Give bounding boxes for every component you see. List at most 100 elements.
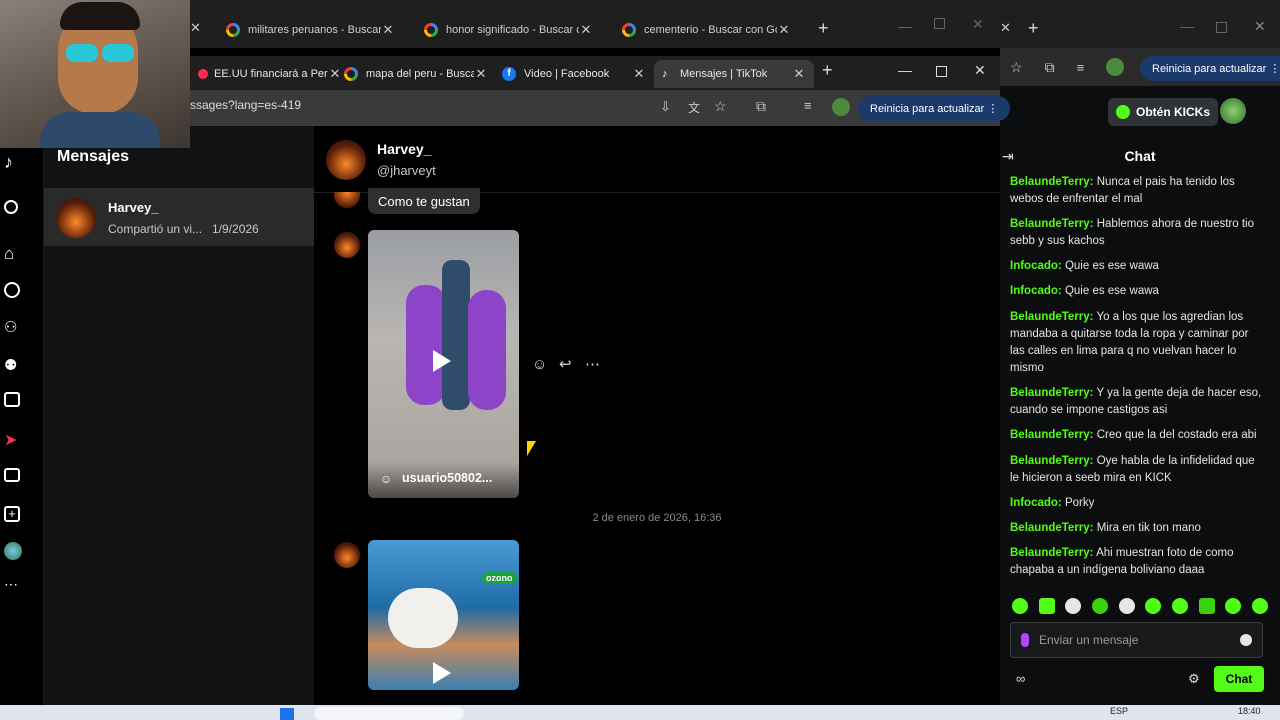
conversation-item[interactable]: Harvey_ Compartió un vi... 1/9/2026 [44,188,314,246]
update-button[interactable]: Reinicia para actualizar ⋮ [1140,56,1280,81]
front-address-bar: ssages?lang=es-419 ⇩ 文 ☆ ⧉ ≡ Reinicia pa… [190,90,1011,126]
reading-list-icon[interactable]: ≡ [804,98,812,113]
new-tab-icon[interactable]: + [818,18,829,39]
video-figure [442,260,470,410]
close-icon[interactable]: ✕ [632,66,646,82]
get-kicks-button[interactable]: Obtén KICKs [1108,98,1219,126]
back-tab-3[interactable]: cementerio - Buscar con Googl ✕ [614,16,799,44]
infinity-icon[interactable]: ∞ [1016,671,1025,686]
sunglasses-lens [66,44,98,62]
settings-icon[interactable]: ⚙ [1188,671,1200,687]
close-icon[interactable]: ✕ [381,22,395,38]
back-tab-2[interactable]: honor significado - Buscar con ✕ [416,16,601,44]
extensions-icon[interactable]: ⧉ [756,98,766,115]
live-icon[interactable] [4,392,20,407]
emote-icon[interactable] [1225,598,1242,614]
explore-icon[interactable] [4,282,20,298]
chat-send-button[interactable]: Chat [1214,666,1264,692]
chat-header-avatar[interactable] [326,140,366,180]
emote-icon[interactable] [1065,598,1082,614]
emote-icon[interactable] [1171,598,1188,614]
reply-icon[interactable]: ↩ [559,355,572,373]
update-button[interactable]: Reinicia para actualizar ⋮ [858,96,1011,121]
emote-icon[interactable] [1038,598,1055,614]
emote-icon[interactable] [1198,598,1215,614]
play-icon[interactable] [433,662,451,684]
minimize-icon[interactable]: — [1180,18,1194,34]
reading-list-icon[interactable]: ≡ [1077,60,1085,75]
front-tab-2[interactable]: mapa del peru - Busca ✕ [336,60,496,88]
close-icon[interactable]: ✕ [190,20,204,36]
sunglasses-lens [102,44,134,62]
maximize-icon[interactable] [1216,22,1227,33]
react-icon[interactable]: ☺ [532,356,547,373]
url-field[interactable]: ssages?lang=es-419 [190,98,301,112]
front-tab-4[interactable]: ♪ Mensajes | TikTok ✕ [654,60,814,88]
close-icon[interactable]: ✕ [974,62,986,79]
front-tab-1[interactable]: EE.UU financiará a Per ✕ [190,60,350,88]
tiktok-logo-icon[interactable]: ♪ [4,152,22,172]
chat-header-handle[interactable]: @jharveyt [377,163,436,178]
close-icon[interactable]: ✕ [777,22,791,38]
chat-input-box[interactable]: Enviar un mensaje [1010,622,1263,658]
profile-avatar[interactable] [1106,58,1125,76]
emote-icon[interactable] [1251,598,1268,614]
home-icon[interactable]: ⌂ [4,244,22,263]
search-icon[interactable] [4,200,18,214]
profile-icon[interactable] [4,542,22,560]
profile-avatar[interactable] [832,98,850,116]
more-icon[interactable]: ⋯ [585,355,600,373]
following-icon[interactable]: ⚇ [4,318,22,336]
kick-tabbar: ✕ + — ✕ [1000,0,1280,48]
close-icon[interactable]: ✕ [1000,20,1011,36]
close-icon[interactable]: ✕ [474,66,488,82]
front-tab-3[interactable]: f Video | Facebook ✕ [494,60,654,88]
messages-icon[interactable]: ➤ [4,430,22,449]
user-avatar[interactable] [1220,98,1246,124]
chat-panel: Harvey_ @jharveyt Como te gustan ☺ usuar… [314,126,1000,706]
google-icon [226,23,240,37]
emote-icon[interactable] [1145,598,1162,614]
google-icon [424,23,438,37]
extensions-icon[interactable]: ⧉ [1045,59,1055,76]
start-icon[interactable] [280,708,294,720]
chat-input[interactable]: Enviar un mensaje [1039,633,1230,647]
star-icon[interactable]: ☆ [1010,59,1023,76]
new-tab-icon[interactable]: + [822,60,833,81]
play-icon[interactable] [433,350,451,372]
emote-bar [1012,598,1268,614]
language-indicator[interactable]: ESP [1110,706,1128,716]
minimize-icon[interactable]: — [898,18,912,34]
upload-icon[interactable]: + [4,506,20,522]
microphone-icon[interactable] [1021,633,1029,647]
chat-message: Infocado: Porky [1010,497,1095,509]
back-tab-1[interactable]: militares peruanos - Buscar co ✕ [218,16,403,44]
emote-icon[interactable] [1091,598,1108,614]
shirt-shape [40,112,160,148]
clock[interactable]: 18:40 [1238,706,1261,716]
star-icon[interactable]: ☆ [714,98,727,115]
search-box[interactable] [314,707,464,720]
maximize-icon[interactable] [936,66,947,77]
close-icon[interactable]: ✕ [972,16,984,33]
emote-icon[interactable] [1012,598,1028,614]
minimize-icon[interactable]: — [898,62,912,78]
friends-icon[interactable]: ⚉ [4,356,22,374]
conversation-list-panel: Mensajes Harvey_ Compartió un vi... 1/9/… [44,126,314,706]
chat-header-name[interactable]: Harvey_ [377,141,432,157]
shared-video-2[interactable]: ozono [368,540,519,690]
translate-icon[interactable]: 文 [688,99,700,116]
install-app-icon[interactable]: ⇩ [660,99,671,115]
maximize-icon[interactable] [934,18,945,29]
activity-icon[interactable] [4,468,20,482]
close-icon[interactable]: ✕ [1254,18,1266,35]
more-icon: ⋮ [1269,63,1280,75]
close-icon[interactable]: ✕ [579,22,593,38]
shared-video-1[interactable]: ☺ usuario50802... [368,230,519,498]
messages-title: Mensajes [57,148,130,165]
emote-icon[interactable] [1118,598,1135,614]
emoji-icon[interactable] [1240,634,1252,646]
new-tab-icon[interactable]: + [1028,18,1039,39]
more-icon[interactable]: ⋯ [4,576,22,594]
close-icon[interactable]: ✕ [792,66,806,82]
